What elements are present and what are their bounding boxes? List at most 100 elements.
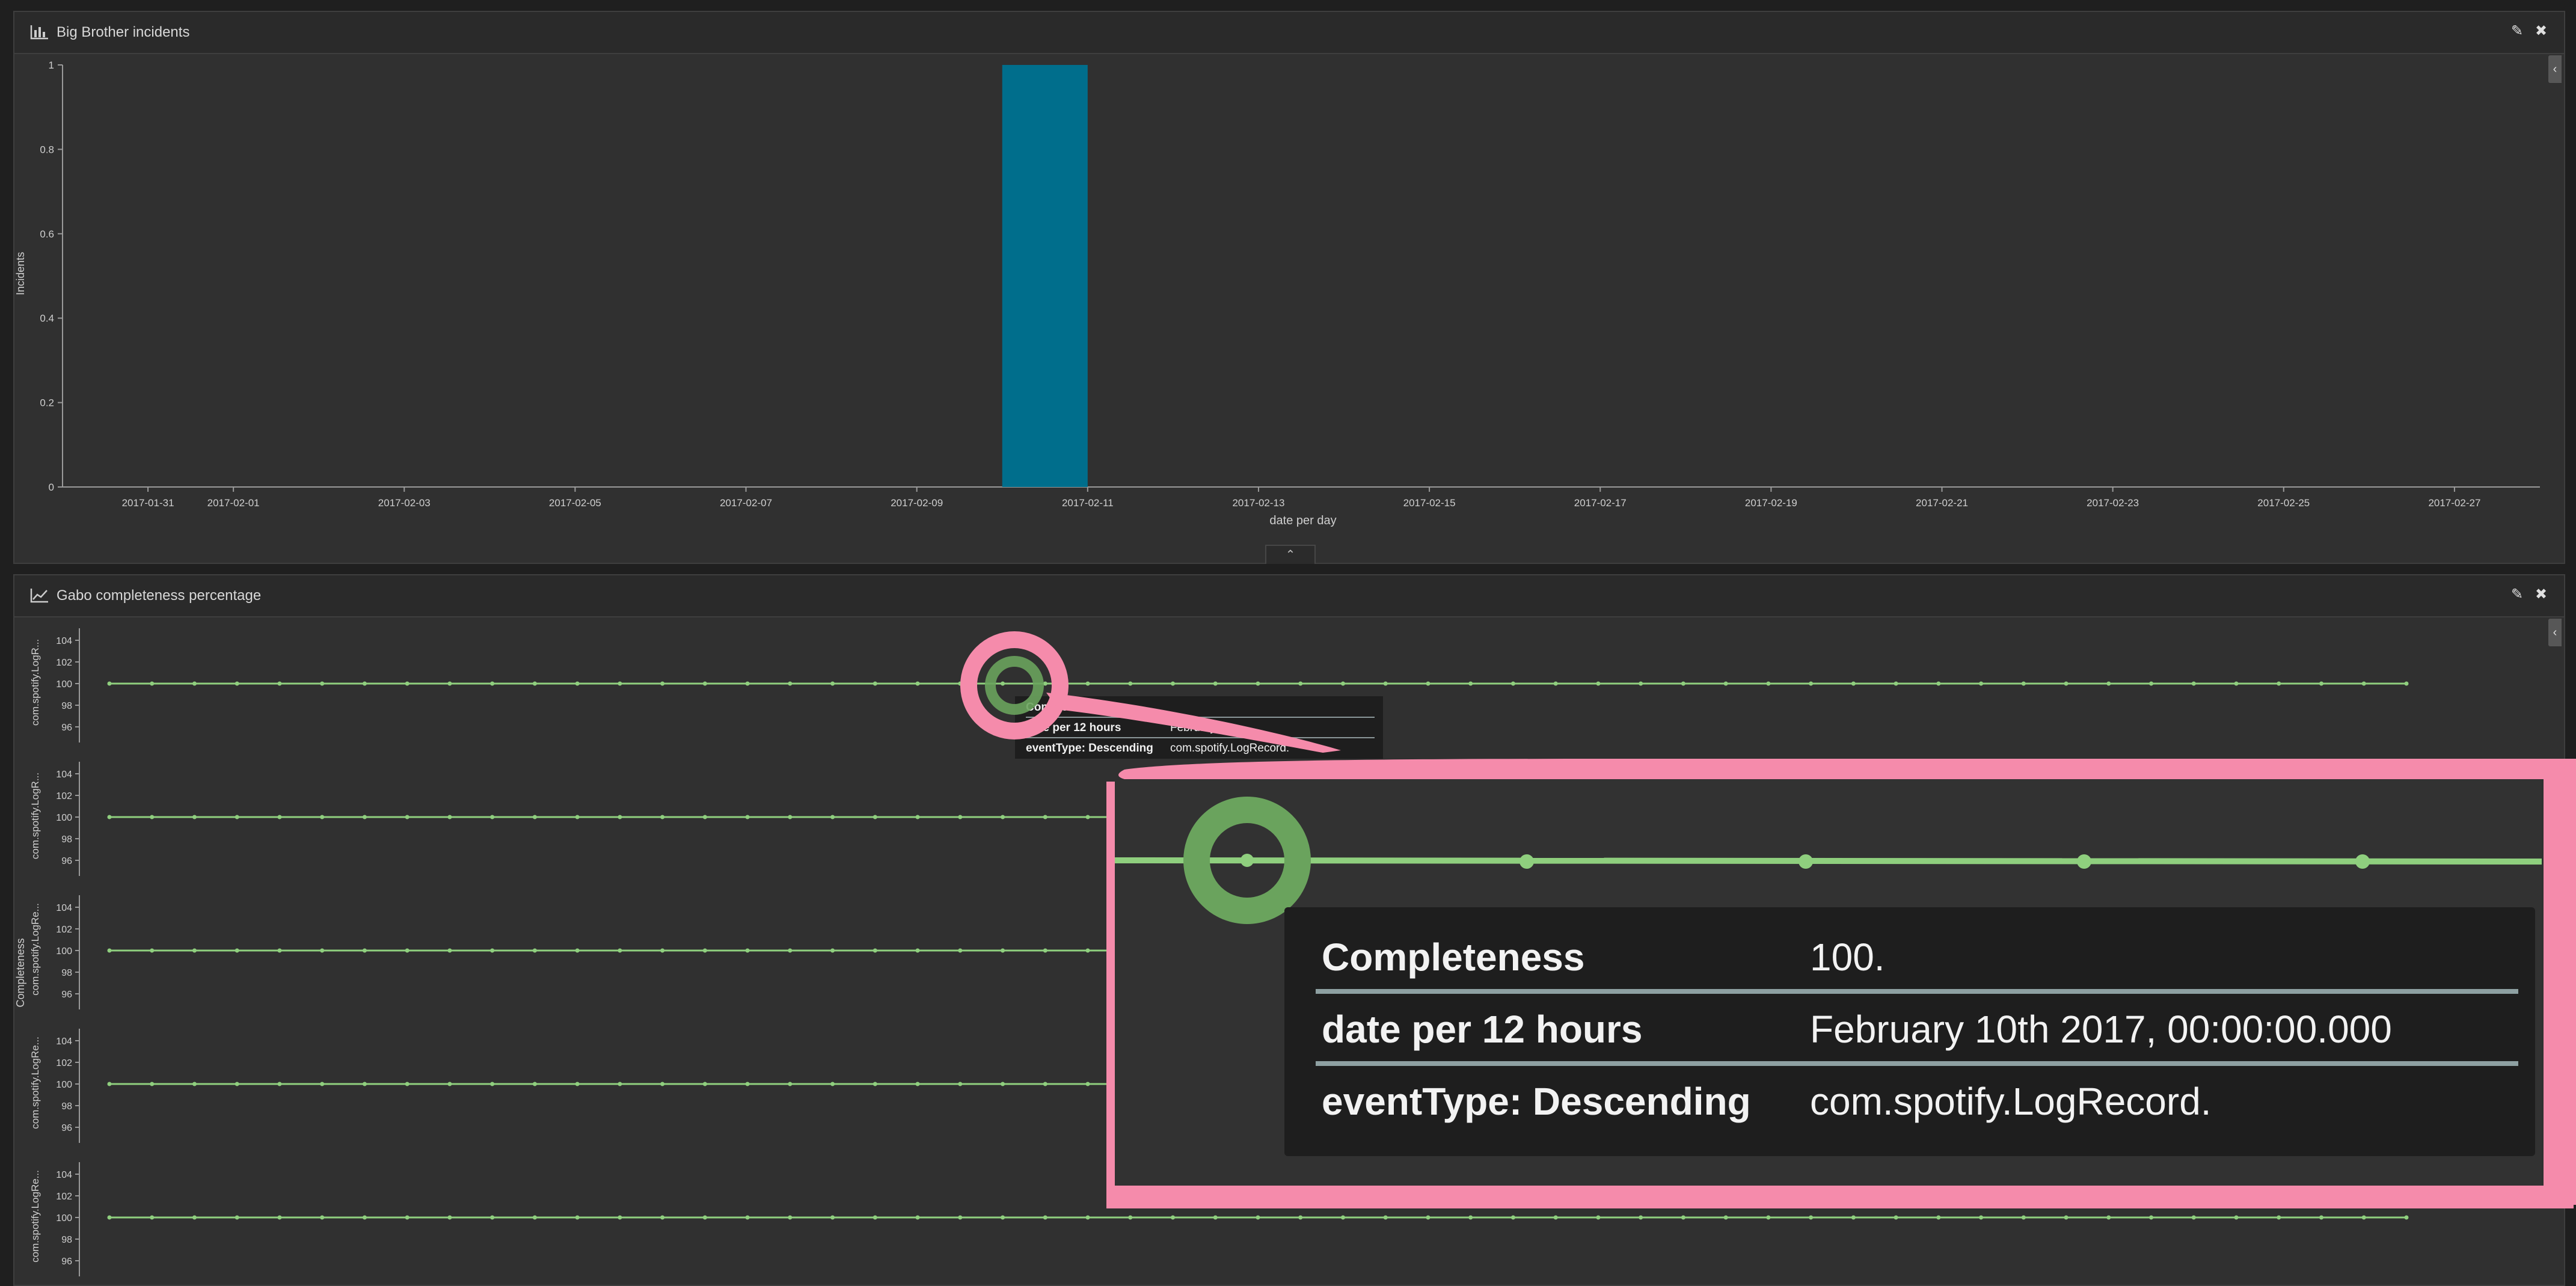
y-tick-label: 104 bbox=[56, 1170, 72, 1180]
y-tick-label: 0.8 bbox=[40, 144, 54, 155]
axes: 0 0.2 0.4 0.6 0.8 1 2017-01-31 2017-02-01 2017-0… bbox=[40, 60, 2540, 509]
data-point bbox=[447, 1215, 452, 1220]
data-point bbox=[405, 1215, 409, 1220]
data-point bbox=[1001, 948, 1005, 953]
data-point bbox=[660, 1215, 665, 1220]
y-tick-label: 100 bbox=[56, 946, 72, 957]
y-tick-label: 100 bbox=[56, 813, 72, 823]
data-point bbox=[1510, 681, 1515, 686]
data-point bbox=[788, 948, 793, 953]
data-point bbox=[235, 1082, 239, 1086]
data-point bbox=[447, 948, 452, 953]
data-point bbox=[1809, 1215, 1814, 1220]
y-tick-label: 98 bbox=[61, 1101, 72, 1112]
data-point bbox=[1510, 1215, 1515, 1220]
y-tick-label: 98 bbox=[61, 968, 72, 978]
data-point bbox=[2361, 681, 2366, 686]
data-point bbox=[872, 815, 877, 819]
data-point bbox=[702, 815, 707, 819]
data-point bbox=[702, 1215, 707, 1220]
data-point bbox=[2149, 681, 2154, 686]
x-tick-label: 2017-02-19 bbox=[1745, 497, 1797, 509]
data-point bbox=[532, 948, 537, 953]
data-point bbox=[277, 948, 282, 953]
data-point bbox=[1468, 1215, 1473, 1220]
data-point bbox=[1468, 681, 1473, 686]
data-point bbox=[745, 948, 750, 953]
data-point bbox=[830, 681, 835, 686]
y-tick-label: 98 bbox=[61, 701, 72, 711]
data-point bbox=[490, 815, 495, 819]
data-point bbox=[277, 1082, 282, 1086]
data-point bbox=[958, 948, 963, 953]
data-point bbox=[1979, 1215, 1984, 1220]
data-point bbox=[1085, 1082, 1090, 1086]
data-point bbox=[830, 815, 835, 819]
data-point bbox=[2319, 1215, 2324, 1220]
x-tick-label: 2017-02-07 bbox=[720, 497, 772, 509]
data-point bbox=[192, 681, 197, 686]
data-point bbox=[1213, 1215, 1218, 1220]
y-tick-label: 0.6 bbox=[40, 228, 54, 240]
data-point bbox=[2021, 1215, 2026, 1220]
data-point bbox=[575, 1215, 580, 1220]
data-point bbox=[235, 681, 239, 686]
data-point bbox=[1936, 1215, 1941, 1220]
data-point bbox=[192, 1082, 197, 1086]
series-label: com.spotify.LogR... bbox=[29, 773, 41, 859]
data-point bbox=[618, 1215, 622, 1220]
data-point bbox=[1681, 681, 1685, 686]
y-tick-label: 96 bbox=[61, 1257, 72, 1267]
y-tick-label: 104 bbox=[56, 770, 72, 780]
data-point bbox=[320, 815, 325, 819]
data-point bbox=[958, 815, 963, 819]
y-tick-label: 100 bbox=[56, 679, 72, 690]
data-point bbox=[1766, 681, 1771, 686]
data-point bbox=[107, 1082, 112, 1086]
collapse-button[interactable]: ⌃ bbox=[1265, 545, 1316, 564]
data-point bbox=[915, 815, 920, 819]
data-point bbox=[235, 815, 239, 819]
tooltip-large: Completeness 100. date per 12 hours Febr… bbox=[1284, 907, 2535, 1156]
data-point bbox=[618, 815, 622, 819]
y-tick-label: 102 bbox=[56, 925, 72, 935]
data-point bbox=[660, 948, 665, 953]
data-point bbox=[1043, 1082, 1047, 1086]
data-point bbox=[1936, 681, 1941, 686]
tooltip-row: Completeness 100. bbox=[1316, 922, 2518, 994]
data-point bbox=[150, 815, 155, 819]
data-point bbox=[915, 681, 920, 686]
series-label: com.spotify.LogR... bbox=[29, 639, 41, 726]
data-point bbox=[447, 681, 452, 686]
data-point bbox=[277, 1215, 282, 1220]
tooltip-row: eventType: Descending com.spotify.LogRec… bbox=[1316, 1066, 2518, 1133]
y-tick-label: 102 bbox=[56, 1058, 72, 1068]
data-point bbox=[660, 681, 665, 686]
data-point bbox=[2319, 681, 2324, 686]
data-point bbox=[618, 948, 622, 953]
data-point bbox=[532, 681, 537, 686]
data-point bbox=[958, 681, 963, 686]
y-axis-label: Incidents bbox=[14, 252, 26, 295]
data-point bbox=[1001, 815, 1005, 819]
y-tick-label: 104 bbox=[56, 903, 72, 913]
data-point bbox=[830, 1215, 835, 1220]
data-point bbox=[915, 948, 920, 953]
tooltip-row: eventType: Descending com.spotify.LogRec… bbox=[1026, 739, 1375, 758]
data-point bbox=[1001, 1215, 1005, 1220]
data-point bbox=[1171, 1215, 1176, 1220]
data-point bbox=[192, 815, 197, 819]
data-point bbox=[1001, 681, 1005, 686]
bar bbox=[1002, 65, 1088, 487]
x-tick-label: 2017-02-05 bbox=[549, 497, 601, 509]
data-point bbox=[2277, 681, 2281, 686]
data-point bbox=[362, 1215, 367, 1220]
data-point bbox=[2191, 1215, 2196, 1220]
data-point bbox=[2404, 1215, 2409, 1220]
y-tick-label: 98 bbox=[61, 1235, 72, 1245]
data-point bbox=[2191, 681, 2196, 686]
data-point bbox=[702, 681, 707, 686]
data-point bbox=[1256, 681, 1260, 686]
data-point bbox=[1085, 681, 1090, 686]
tooltip-value: February 10th 2017, 00:00:00.000 bbox=[1810, 1008, 2392, 1051]
